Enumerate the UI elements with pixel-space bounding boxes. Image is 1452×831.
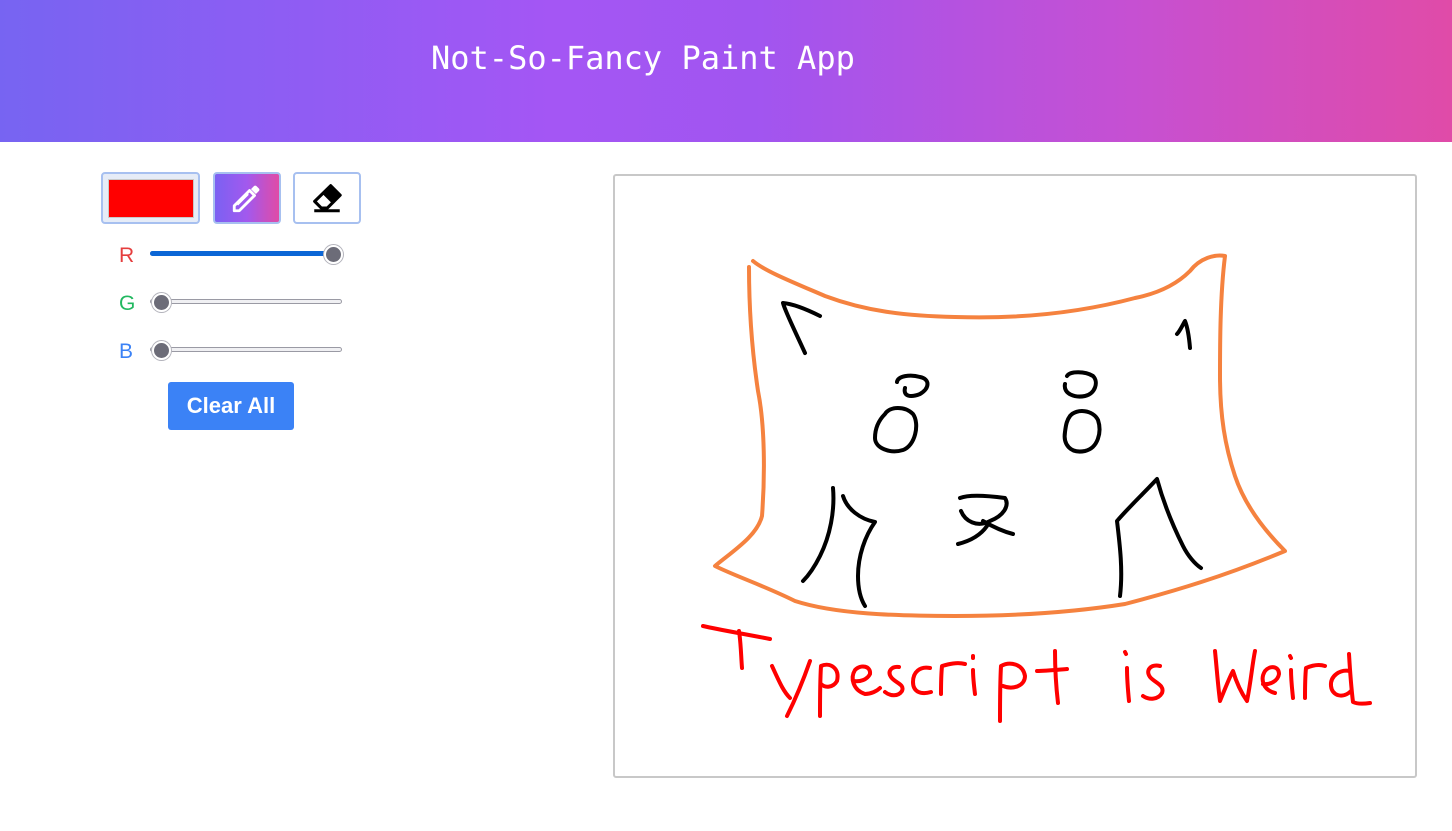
canvas-drawing [701,253,1372,723]
clear-all-button[interactable]: Clear All [168,382,294,430]
eraser-tool-button[interactable] [293,172,361,224]
cat-outline-stroke [713,253,1287,618]
slider-b[interactable] [150,341,342,360]
slider-r[interactable] [150,245,343,264]
slider-g-thumb[interactable] [152,293,171,312]
pencil-tool-button[interactable] [213,172,281,224]
color-picker-button[interactable] [101,172,200,224]
app-header: Not-So-Fancy Paint App [0,0,1452,142]
slider-b-thumb[interactable] [152,341,171,360]
pencil-icon [232,185,260,213]
app-title: Not-So-Fancy Paint App [431,39,855,77]
slider-label-b: B [119,340,134,363]
current-color-swatch [108,179,194,218]
slider-g[interactable] [150,293,342,312]
drawing-canvas[interactable] [613,174,1417,778]
slider-label-r: R [119,244,135,267]
slider-r-fill [150,251,334,256]
slider-label-g: G [119,292,136,315]
eraser-icon [313,184,342,213]
slider-r-thumb[interactable] [324,245,343,264]
